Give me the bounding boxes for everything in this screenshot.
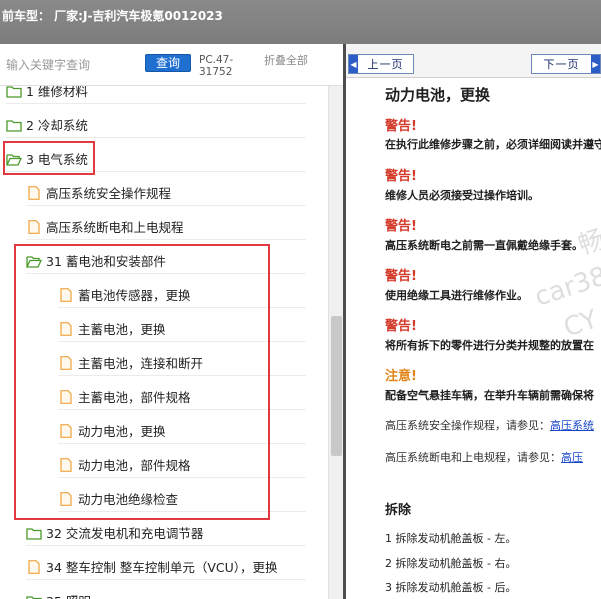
folder-icon (26, 527, 42, 540)
tree-node-label: 3 电气系统 (26, 152, 88, 167)
tree-view: 1 维修材料 2 冷却系统 3 电气系统 高压系统安全操作规程 高压系统断电和上… (0, 86, 328, 599)
folder-open-icon (6, 153, 22, 166)
document-icon (28, 559, 40, 574)
notice-label: 注意! (385, 369, 417, 384)
reference-link[interactable]: 高压 (561, 451, 583, 464)
warning-label: 警告! (385, 219, 417, 234)
document-icon (60, 355, 72, 370)
reference-line: 高压系统断电和上电规程，请参见：高压 (385, 451, 583, 464)
tree-node[interactable]: 1 维修材料 (6, 86, 306, 104)
tree-node-label: 动力电池，部件规格 (78, 458, 191, 473)
reference-link[interactable]: 高压系统 (550, 419, 594, 432)
tree-node[interactable]: 2 冷却系统 (6, 112, 306, 138)
tree-node-label: 35 照明 (46, 591, 91, 599)
warning-label: 警告! (385, 269, 417, 284)
arrow-right-icon: ▶ (591, 55, 600, 73)
page-navigation: ◀ 上一页 下一页 ▶ (346, 44, 601, 78)
tree-node[interactable]: 主蓄电池，连接和断开 (58, 350, 306, 376)
document-icon (60, 457, 72, 472)
tree-node-electrical[interactable]: 3 电气系统 (6, 146, 306, 172)
section-heading: 拆除 (385, 503, 412, 518)
procedure-step: 3 拆除发动机舱盖板 - 后。 (385, 581, 517, 594)
tree-node-label: 主蓄电池，连接和断开 (78, 356, 204, 371)
folder-icon (6, 119, 22, 132)
scrollbar-thumb[interactable] (331, 316, 342, 456)
warning-label: 警告! (385, 169, 417, 184)
search-button[interactable]: 查询 (145, 54, 191, 72)
tree-node[interactable]: 蓄电池传感器，更换 (58, 282, 306, 308)
warning-text: 在执行此维修步骤之前，必须详细阅读并遵守 (385, 138, 601, 151)
tree-node[interactable]: 动力电池，部件规格 (58, 452, 306, 478)
tree-node-label: 主蓄电池，更换 (78, 322, 166, 337)
procedure-step: 2 拆除发动机舱盖板 - 右。 (385, 557, 517, 570)
document-code: PC.47-31752 (199, 54, 234, 78)
tree-node[interactable]: 34 整车控制 整车控制单元（VCU），更换 (26, 554, 306, 580)
warning-text: 维修人员必须接受过操作培训。 (385, 189, 539, 202)
warning-text: 高压系统断电之前需一直佩戴绝缘手套。 (385, 239, 583, 252)
search-input[interactable] (6, 56, 136, 74)
reference-line: 高压系统安全操作规程，请参见：高压系统 (385, 419, 594, 432)
folder-open-icon (26, 255, 42, 268)
tree-node-label: 1 维修材料 (26, 86, 88, 99)
tree-node-label: 动力电池绝缘检查 (78, 492, 179, 507)
window-title: 前车型： 厂家:J-吉利汽车极氪0012023 (0, 0, 601, 44)
procedure-step: 1 拆除发动机舱盖板 - 左。 (385, 532, 517, 545)
tree-node[interactable]: 高压系统安全操作规程 (26, 180, 306, 206)
tree-node-battery[interactable]: 31 蓄电池和安装部件 (26, 248, 306, 274)
arrow-left-icon: ◀ (349, 55, 358, 73)
watermark-text: car38 (531, 261, 601, 313)
document-icon (60, 321, 72, 336)
warning-text: 将所有拆下的零件进行分类并规整的放置在 (385, 339, 594, 352)
document-title: 动力电池，更换 (385, 86, 491, 104)
collapse-all-button[interactable]: 折叠全部 (264, 54, 308, 67)
tree-node-label: 31 蓄电池和安装部件 (46, 254, 166, 269)
folder-icon (6, 86, 22, 98)
document-icon (60, 389, 72, 404)
tree-node[interactable]: 高压系统断电和上电规程 (26, 214, 306, 240)
document-panel: ◀ 上一页 下一页 ▶ 动力电池，更换 警告! 在执行此维修步骤之前，必须详细阅… (346, 44, 601, 599)
tree-node-label: 高压系统安全操作规程 (46, 186, 172, 201)
warning-label: 警告! (385, 119, 417, 134)
notice-text: 配备空气悬挂车辆，在举升车辆前需确保将 (385, 389, 594, 402)
previous-page-button[interactable]: ◀ 上一页 (348, 54, 414, 74)
tree-node[interactable]: 35 照明 (26, 588, 306, 599)
tree-node-label: 32 交流发电机和充电调节器 (46, 526, 204, 541)
tree-node-label: 高压系统断电和上电规程 (46, 220, 184, 235)
folder-icon (26, 595, 42, 599)
tree-node[interactable]: 主蓄电池，更换 (58, 316, 306, 342)
tree-node-label: 动力电池，更换 (78, 424, 166, 439)
tree-node-label: 34 整车控制 整车控制单元（VCU），更换 (46, 560, 278, 575)
warning-text: 使用绝缘工具进行维修作业。 (385, 289, 528, 302)
tree-node-label: 蓄电池传感器，更换 (78, 288, 191, 303)
document-icon (28, 219, 40, 234)
tree-node[interactable]: 主蓄电池，部件规格 (58, 384, 306, 410)
tree-node[interactable]: 动力电池绝缘检查 (58, 486, 306, 512)
document-icon (60, 423, 72, 438)
search-bar: 查询 PC.47-31752 折叠全部 (0, 44, 343, 86)
tree-node-selected[interactable]: 动力电池，更换 (58, 418, 306, 444)
document-icon (28, 185, 40, 200)
tree-node-label: 主蓄电池，部件规格 (78, 390, 191, 405)
document-icon (60, 491, 72, 506)
next-page-button[interactable]: 下一页 ▶ (531, 54, 601, 74)
navigation-panel: 查询 PC.47-31752 折叠全部 1 维修材料 2 冷却系统 3 电气系统… (0, 44, 343, 599)
warning-label: 警告! (385, 319, 417, 334)
tree-node[interactable]: 32 交流发电机和充电调节器 (26, 520, 306, 546)
document-icon (60, 287, 72, 302)
tree-node-label: 2 冷却系统 (26, 118, 88, 133)
tree-scrollbar[interactable] (328, 86, 343, 599)
